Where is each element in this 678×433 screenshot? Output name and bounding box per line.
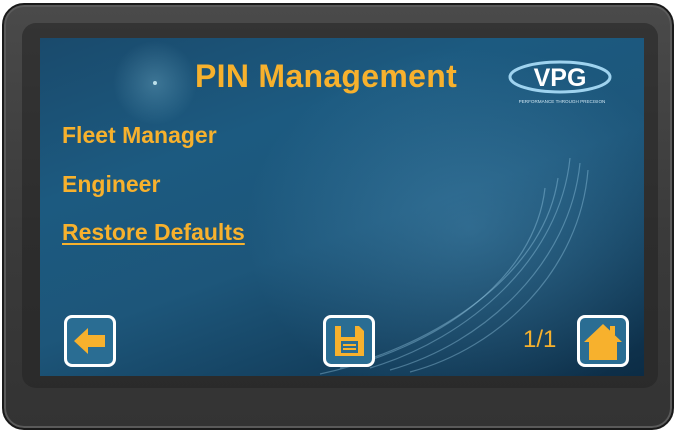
save-button[interactable] — [323, 315, 375, 367]
floppy-disk-icon — [335, 326, 364, 356]
home-icon — [584, 324, 622, 360]
menu-item-fleet-manager[interactable]: Fleet Manager — [62, 122, 217, 149]
device-bezel: PIN Management VPG PERFORMANCE THROUGH P… — [2, 3, 674, 430]
display-screen: PIN Management VPG PERFORMANCE THROUGH P… — [40, 38, 644, 376]
logo-text: VPG — [534, 64, 587, 92]
page-title: PIN Management — [195, 58, 458, 94]
logo-tagline: PERFORMANCE THROUGH PRECISION — [519, 99, 606, 104]
menu-item-engineer[interactable]: Engineer — [62, 171, 160, 198]
arrow-left-icon — [74, 328, 105, 354]
vpg-logo: VPG PERFORMANCE THROUGH PRECISION — [508, 60, 612, 104]
home-button[interactable] — [577, 315, 629, 367]
menu-item-restore-defaults[interactable]: Restore Defaults — [62, 219, 245, 246]
back-button[interactable] — [64, 315, 116, 367]
page-indicator: 1/1 — [523, 326, 557, 353]
